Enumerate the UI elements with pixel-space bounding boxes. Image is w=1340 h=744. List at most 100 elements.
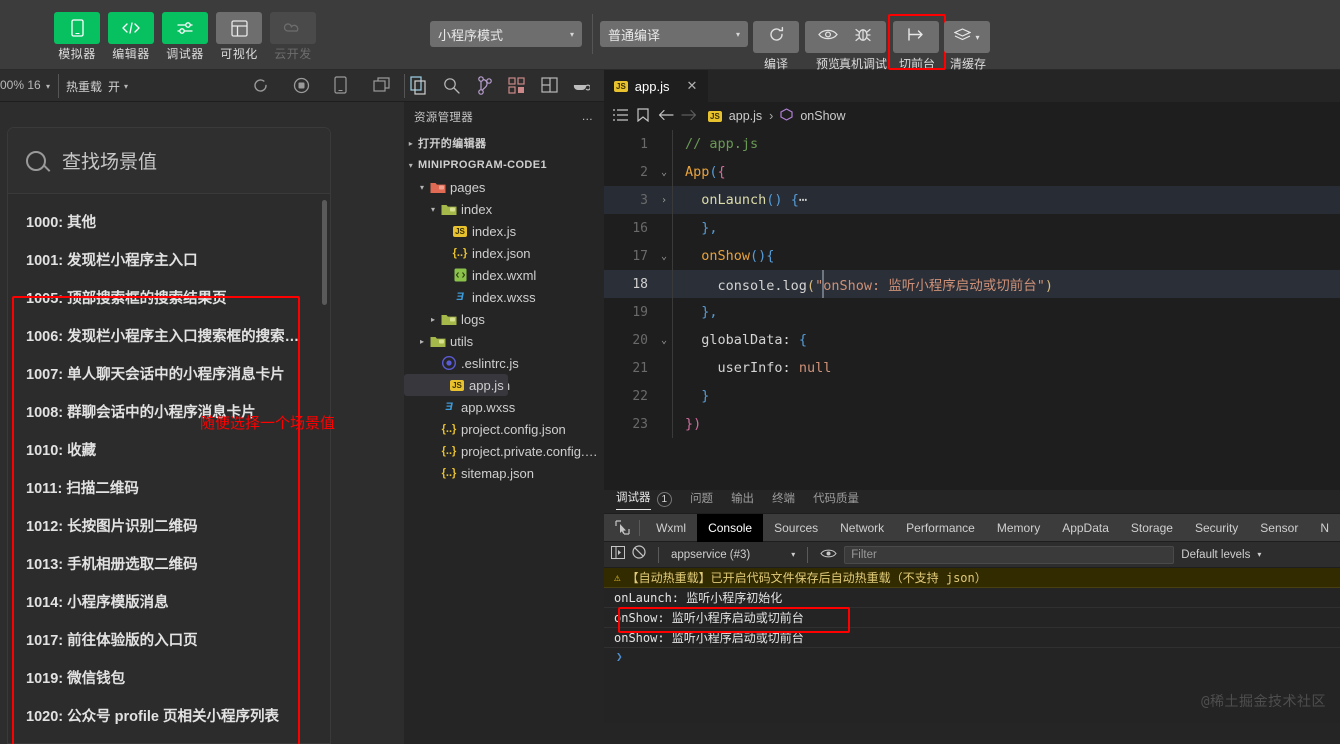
zoom-level-value[interactable]: 00% 16 xyxy=(0,78,41,92)
explorer-more-icon[interactable]: … xyxy=(582,111,595,123)
outline-icon[interactable] xyxy=(612,108,628,124)
panel-tab[interactable]: 终端 xyxy=(772,490,795,513)
forward-arrow-icon[interactable] xyxy=(681,109,697,124)
switch-foreground-button[interactable] xyxy=(893,21,939,53)
devtools-tab[interactable]: Storage xyxy=(1120,514,1184,542)
code-line[interactable]: 18 console.log("onShow: 监听小程序启动或切前台") xyxy=(604,270,1340,298)
explorer-tree-item[interactable]: {..} project.config.json xyxy=(404,418,604,440)
code-line[interactable]: 21 userInfo: null xyxy=(604,354,1340,382)
inspect-element-icon[interactable] xyxy=(610,514,634,542)
code-line[interactable]: 1 // app.js xyxy=(604,130,1340,158)
device-icon[interactable] xyxy=(334,76,347,99)
console-message[interactable]: onShow: 监听小程序启动或切前台 xyxy=(604,628,1340,648)
chevron-down-icon[interactable]: ▾ xyxy=(46,82,50,91)
console-message[interactable]: onShow: 监听小程序启动或切前台 xyxy=(604,608,1340,628)
scene-list-scrollbar[interactable] xyxy=(322,200,327,305)
explorer-tree-item[interactable]: ▸ logs xyxy=(404,308,604,330)
source-control-icon[interactable] xyxy=(477,76,493,100)
devtools-tab[interactable]: Network xyxy=(829,514,895,542)
code-content[interactable]: 1// app.js 2 ⌄ App({3 › onLaunch() {⋯ 16 }, 17… xyxy=(604,130,1340,438)
console-sidebar-icon[interactable] xyxy=(611,545,625,564)
fold-toggle-icon[interactable]: ⌄ xyxy=(656,251,672,262)
mode-button-visual[interactable]: 可视化 xyxy=(216,12,262,62)
scene-value-item[interactable]: 1011: 扫描二维码 xyxy=(8,470,330,508)
explorer-tree-item[interactable]: Ǝindex.wxss xyxy=(404,286,604,308)
explorer-tree-item[interactable]: Ǝapp.wxss xyxy=(404,396,604,418)
code-line[interactable]: 20 ⌄ globalData: { xyxy=(604,326,1340,354)
clear-console-icon[interactable] xyxy=(632,545,646,564)
mode-button-editor[interactable]: 编辑器 xyxy=(108,12,154,62)
devtools-tab[interactable]: Performance xyxy=(895,514,986,542)
explorer-tree-item[interactable]: ▸ utils xyxy=(404,330,604,352)
console-output[interactable]: ⚠ 【自动热重载】已开启代码文件保存后自动热重载（不支持 json） onLaunc… xyxy=(604,568,1340,723)
scene-value-item[interactable]: 1020: 公众号 profile 页相关小程序列表 xyxy=(8,698,330,736)
eye-icon[interactable] xyxy=(820,546,837,564)
explorer-tree-item[interactable]: .eslintrc.js xyxy=(404,352,604,374)
panel-tab[interactable]: 问题 xyxy=(690,490,713,513)
explorer-tree-item[interactable]: JS index.js xyxy=(404,220,604,242)
explorer-tree-item[interactable]: index.wxml xyxy=(404,264,604,286)
chevron-down-icon[interactable]: ▾ xyxy=(124,82,128,91)
devtools-tab[interactable]: Console xyxy=(697,513,764,542)
chevron-down-icon[interactable]: ▾ xyxy=(426,205,440,214)
refresh-circle-icon[interactable] xyxy=(252,77,269,99)
console-context-select[interactable]: appservice (#3) xyxy=(671,549,750,561)
breadcrumb-file[interactable]: app.js xyxy=(729,109,762,123)
console-levels-select[interactable]: Default levels xyxy=(1181,549,1250,561)
scene-value-item[interactable]: 1017: 前往体验版的入口页 xyxy=(8,622,330,660)
scene-value-item[interactable]: 1007: 单人聊天会话中的小程序消息卡片 xyxy=(8,356,330,394)
chevron-down-icon[interactable]: ▾ xyxy=(791,550,795,559)
scene-value-item[interactable]: 1019: 微信钱包 xyxy=(8,660,330,698)
devtools-tab[interactable]: Sensor xyxy=(1249,514,1309,542)
editor-tab-appjs[interactable]: JS app.js ✕ xyxy=(604,70,709,102)
code-line[interactable]: 23}) xyxy=(604,410,1340,438)
console-message[interactable]: ⚠ 【自动热重载】已开启代码文件保存后自动热重载（不支持 json） xyxy=(604,568,1340,588)
mode-select[interactable]: 小程序模式 ▾ xyxy=(430,21,582,47)
scene-value-item[interactable]: 1000: 其他 xyxy=(8,204,330,242)
scene-search-bar[interactable]: 查找场景值 xyxy=(8,128,330,194)
devtools-tab[interactable]: AppData xyxy=(1051,514,1120,542)
explorer-tree-item[interactable]: {..} index.json xyxy=(404,242,604,264)
code-line[interactable]: 17 ⌄ onShow(){ xyxy=(604,242,1340,270)
mode-button-simulator[interactable]: 模拟器 xyxy=(54,12,100,62)
mode-button-debugger[interactable]: 调试器 xyxy=(162,12,208,62)
panel-tab[interactable]: 代码质量 xyxy=(813,490,859,513)
code-line[interactable]: 22 } xyxy=(604,382,1340,410)
explorer-tree-item[interactable]: {..} sitemap.json xyxy=(404,462,604,484)
scene-value-item[interactable]: 1012: 长按图片识别二维码 xyxy=(8,508,330,546)
scene-value-item[interactable]: 1013: 手机相册选取二维码 xyxy=(8,546,330,584)
explorer-tree-item[interactable]: ▾ index xyxy=(404,198,604,220)
code-line[interactable]: 16 }, xyxy=(604,214,1340,242)
fold-toggle-icon[interactable]: ⌄ xyxy=(656,167,672,178)
close-icon[interactable]: ✕ xyxy=(687,78,698,94)
devtools-tab[interactable]: N xyxy=(1309,514,1340,542)
hot-reload-value[interactable]: 开 xyxy=(108,78,120,95)
devtools-tab[interactable]: Security xyxy=(1184,514,1249,542)
mode-button-cloud[interactable]: 云开发 xyxy=(270,12,316,62)
console-message[interactable]: onLaunch: 监听小程序初始化 xyxy=(604,588,1340,608)
bookmark-icon[interactable] xyxy=(635,107,651,125)
scene-value-list[interactable]: 1000: 其他 1001: 发现栏小程序主入口 1005: 顶部搜索框的搜索结果页… xyxy=(8,194,330,743)
fold-toggle-icon[interactable]: ⌄ xyxy=(656,335,672,346)
explorer-open-editors[interactable]: ▸ 打开的编辑器 xyxy=(404,132,604,154)
scene-value-item[interactable]: 1014: 小程序模版消息 xyxy=(8,584,330,622)
record-icon[interactable] xyxy=(293,77,310,99)
scene-value-item[interactable]: 1005: 顶部搜索框的搜索结果页 xyxy=(8,280,330,318)
extensions-icon[interactable] xyxy=(508,77,525,99)
search-icon[interactable] xyxy=(443,77,460,99)
chevron-down-icon[interactable]: ▾ xyxy=(415,183,429,192)
code-line[interactable]: 2 ⌄ App({ xyxy=(604,158,1340,186)
explorer-project-root[interactable]: ▾ MINIPROGRAM-CODE1 xyxy=(404,154,604,176)
console-filter-input[interactable]: Filter xyxy=(844,545,1175,564)
split-editor-icon[interactable] xyxy=(541,77,558,98)
explorer-tree-item[interactable]: {..} project.private.config.js… xyxy=(404,440,604,462)
scene-value-item[interactable]: 1022: 聊天顶部置顶小程序入口 xyxy=(8,736,330,743)
real-device-debug-button[interactable] xyxy=(840,21,886,53)
fold-toggle-icon[interactable]: › xyxy=(656,195,672,206)
scene-value-item[interactable]: 1006: 发现栏小程序主入口搜索框的搜索… xyxy=(8,318,330,356)
compile-button[interactable] xyxy=(753,21,799,53)
panel-tab[interactable]: 输出 xyxy=(731,490,754,513)
devtools-tab[interactable]: Memory xyxy=(986,514,1051,542)
explorer-tree-item[interactable]: ▾ pages xyxy=(404,176,604,198)
compile-select[interactable]: 普通编译 ▾ xyxy=(600,21,748,47)
